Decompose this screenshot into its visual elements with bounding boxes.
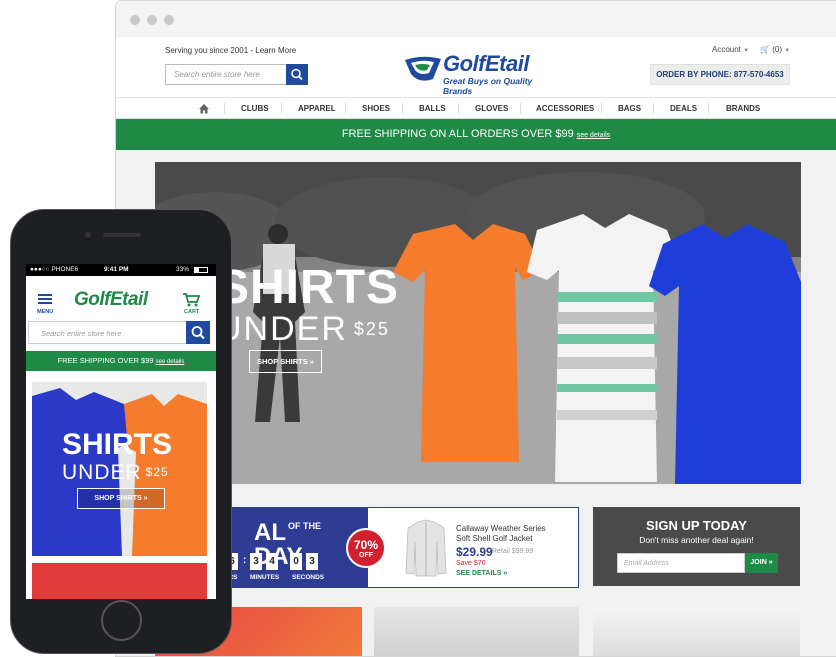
- shop-shirts-button[interactable]: SHOP SHIRTS »: [249, 350, 322, 373]
- email-input[interactable]: Email Address: [617, 553, 745, 573]
- deal-of-the: OF THE: [288, 521, 321, 531]
- search-icon: [191, 326, 205, 340]
- window-dot-icon[interactable]: [130, 15, 140, 25]
- battery-label: 33%: [176, 266, 190, 273]
- window-dot-icon[interactable]: [147, 15, 157, 25]
- mobile-hero-title: SHIRTS: [62, 428, 173, 461]
- promo-tile[interactable]: [593, 607, 800, 656]
- countdown-digit: 3: [250, 553, 262, 570]
- mobile-search-input[interactable]: Search entire store here: [28, 321, 210, 344]
- cart-menu[interactable]: 🛒 (0) ▼: [760, 45, 790, 54]
- deal-retail-price: Retail $99.99: [492, 548, 534, 555]
- mobile-hero-sub-prefix: UNDER: [62, 461, 142, 484]
- shipping-banner: FREE SHIPPING ON ALL ORDERS OVER $99 see …: [116, 119, 836, 150]
- discount-badge: 70% OFF: [346, 528, 386, 568]
- home-button[interactable]: [101, 600, 142, 641]
- nav-item-balls[interactable]: BALLS: [419, 104, 446, 113]
- mobile-search-placeholder: Search entire store here: [41, 329, 122, 338]
- account-label: Account: [712, 45, 741, 54]
- countdown-digit: 4: [266, 553, 278, 570]
- countdown-label-seconds: SECONDS: [292, 574, 325, 581]
- clock-label: 9:41 PM: [104, 266, 129, 273]
- mobile-shipping-text: FREE SHIPPING OVER $99: [57, 356, 154, 365]
- mobile-screen: ●●●○○ PHONE6 9:41 PM 33% MENU GolfEtail …: [26, 264, 216, 599]
- cart-label[interactable]: CART: [184, 309, 199, 315]
- hero-banner[interactable]: SHIRTS UNDER $25 SHOP SHIRTS »: [155, 162, 801, 484]
- countdown-label-minutes: MINUTES: [250, 574, 280, 581]
- nav-item-deals[interactable]: DEALS: [670, 104, 697, 113]
- account-menu[interactable]: Account ▼: [712, 45, 749, 54]
- newsletter-signup: SIGN UP TODAY Don't miss another deal ag…: [593, 507, 800, 586]
- deal-see-details-link[interactable]: SEE DETAILS »: [456, 570, 507, 577]
- window-dot-icon[interactable]: [164, 15, 174, 25]
- browser-titlebar: [116, 1, 836, 37]
- mobile-search-button[interactable]: [186, 321, 210, 344]
- hero-subtitle: UNDER $25: [217, 312, 390, 346]
- discount-percent: 70%: [353, 538, 379, 552]
- site-logo[interactable]: GolfEtail Great Buys on Quality Brands: [403, 50, 553, 96]
- site-header: Serving you since 2001 - Learn More Sear…: [116, 37, 836, 97]
- mobile-shop-shirts-button[interactable]: SHOP SHIRTS »: [77, 488, 165, 509]
- countdown-digit: 0: [290, 553, 302, 570]
- signup-title: SIGN UP TODAY: [646, 518, 747, 533]
- deal-price: $29.99: [456, 545, 493, 559]
- search-icon: [291, 68, 303, 81]
- deal-savings: Save $70: [456, 560, 486, 567]
- shipping-details-link[interactable]: see details: [577, 132, 610, 139]
- countdown-digit: 3: [306, 553, 318, 570]
- nav-item-shoes[interactable]: SHOES: [362, 104, 390, 113]
- mobile-logo[interactable]: GolfEtail: [74, 289, 148, 311]
- hero-sub-prefix: UNDER: [217, 310, 348, 348]
- hero-title: SHIRTS: [217, 261, 400, 314]
- hamburger-menu-icon[interactable]: [38, 294, 52, 306]
- order-by-phone: ORDER BY PHONE: 877-570-4653: [650, 64, 790, 85]
- shipping-text: FREE SHIPPING ON ALL ORDERS OVER $99: [341, 128, 574, 140]
- nav-item-gloves[interactable]: GLOVES: [475, 104, 508, 113]
- nav-item-clubs[interactable]: CLUBS: [241, 104, 269, 113]
- promo-tile[interactable]: [374, 607, 579, 656]
- chevron-down-icon: ▼: [784, 48, 791, 54]
- mobile-shipping-banner: FREE SHIPPING OVER $99 see details: [26, 351, 216, 371]
- nav-item-apparel[interactable]: APPAREL: [298, 104, 336, 113]
- jacket-image[interactable]: [404, 518, 448, 578]
- logo-text: GolfEtail: [443, 51, 529, 76]
- chevron-down-icon: ▼: [743, 48, 750, 54]
- battery-icon: [194, 267, 208, 273]
- mobile-hero-sub-price: $25: [145, 465, 169, 479]
- cart-icon[interactable]: [182, 292, 200, 307]
- serving-link[interactable]: Serving you since 2001 - Learn More: [165, 46, 296, 55]
- mobile-shipping-link[interactable]: see details: [156, 359, 185, 365]
- search-input[interactable]: Search entire store here: [165, 64, 308, 85]
- search-placeholder: Search entire store here: [174, 70, 260, 79]
- menu-label[interactable]: MENU: [37, 309, 53, 315]
- phone-device: ●●●○○ PHONE6 9:41 PM 33% MENU GolfEtail …: [10, 209, 232, 654]
- hero-sub-price: $25: [353, 319, 390, 339]
- mobile-header: MENU GolfEtail CART: [26, 276, 216, 321]
- join-button[interactable]: JOIN »: [745, 553, 778, 573]
- speaker-grille: [103, 233, 141, 237]
- cart-icon: 🛒: [760, 45, 770, 54]
- signup-subtitle: Don't miss another deal again!: [639, 535, 754, 545]
- mobile-hero-subtitle: UNDER $25: [62, 462, 169, 483]
- carrier-label: ●●●○○ PHONE6: [30, 266, 79, 273]
- logo-tagline: Great Buys on Quality Brands: [443, 76, 533, 96]
- mobile-promo-tile[interactable]: [32, 563, 207, 599]
- nav-item-accessories[interactable]: ACCESSORIES: [536, 104, 594, 113]
- discount-off: OFF: [359, 552, 373, 559]
- cart-count: (0): [772, 45, 782, 54]
- main-nav: CLUBS APPAREL SHOES BALLS GLOVES ACCESSO…: [116, 97, 836, 119]
- home-icon[interactable]: [198, 103, 210, 114]
- mobile-hero-banner[interactable]: SHIRTS UNDER $25 SHOP SHIRTS »: [32, 382, 207, 556]
- camera-icon: [85, 232, 91, 238]
- nav-item-brands[interactable]: BRANDS: [726, 104, 760, 113]
- deal-product-name[interactable]: Callaway Weather Series Soft Shell Golf …: [456, 524, 551, 544]
- logo-swoosh-icon: [405, 56, 441, 81]
- nav-item-bags[interactable]: BAGS: [618, 104, 641, 113]
- status-bar: ●●●○○ PHONE6 9:41 PM 33%: [26, 264, 216, 276]
- deal-title-start: AL: [254, 519, 286, 546]
- search-button[interactable]: [286, 64, 308, 85]
